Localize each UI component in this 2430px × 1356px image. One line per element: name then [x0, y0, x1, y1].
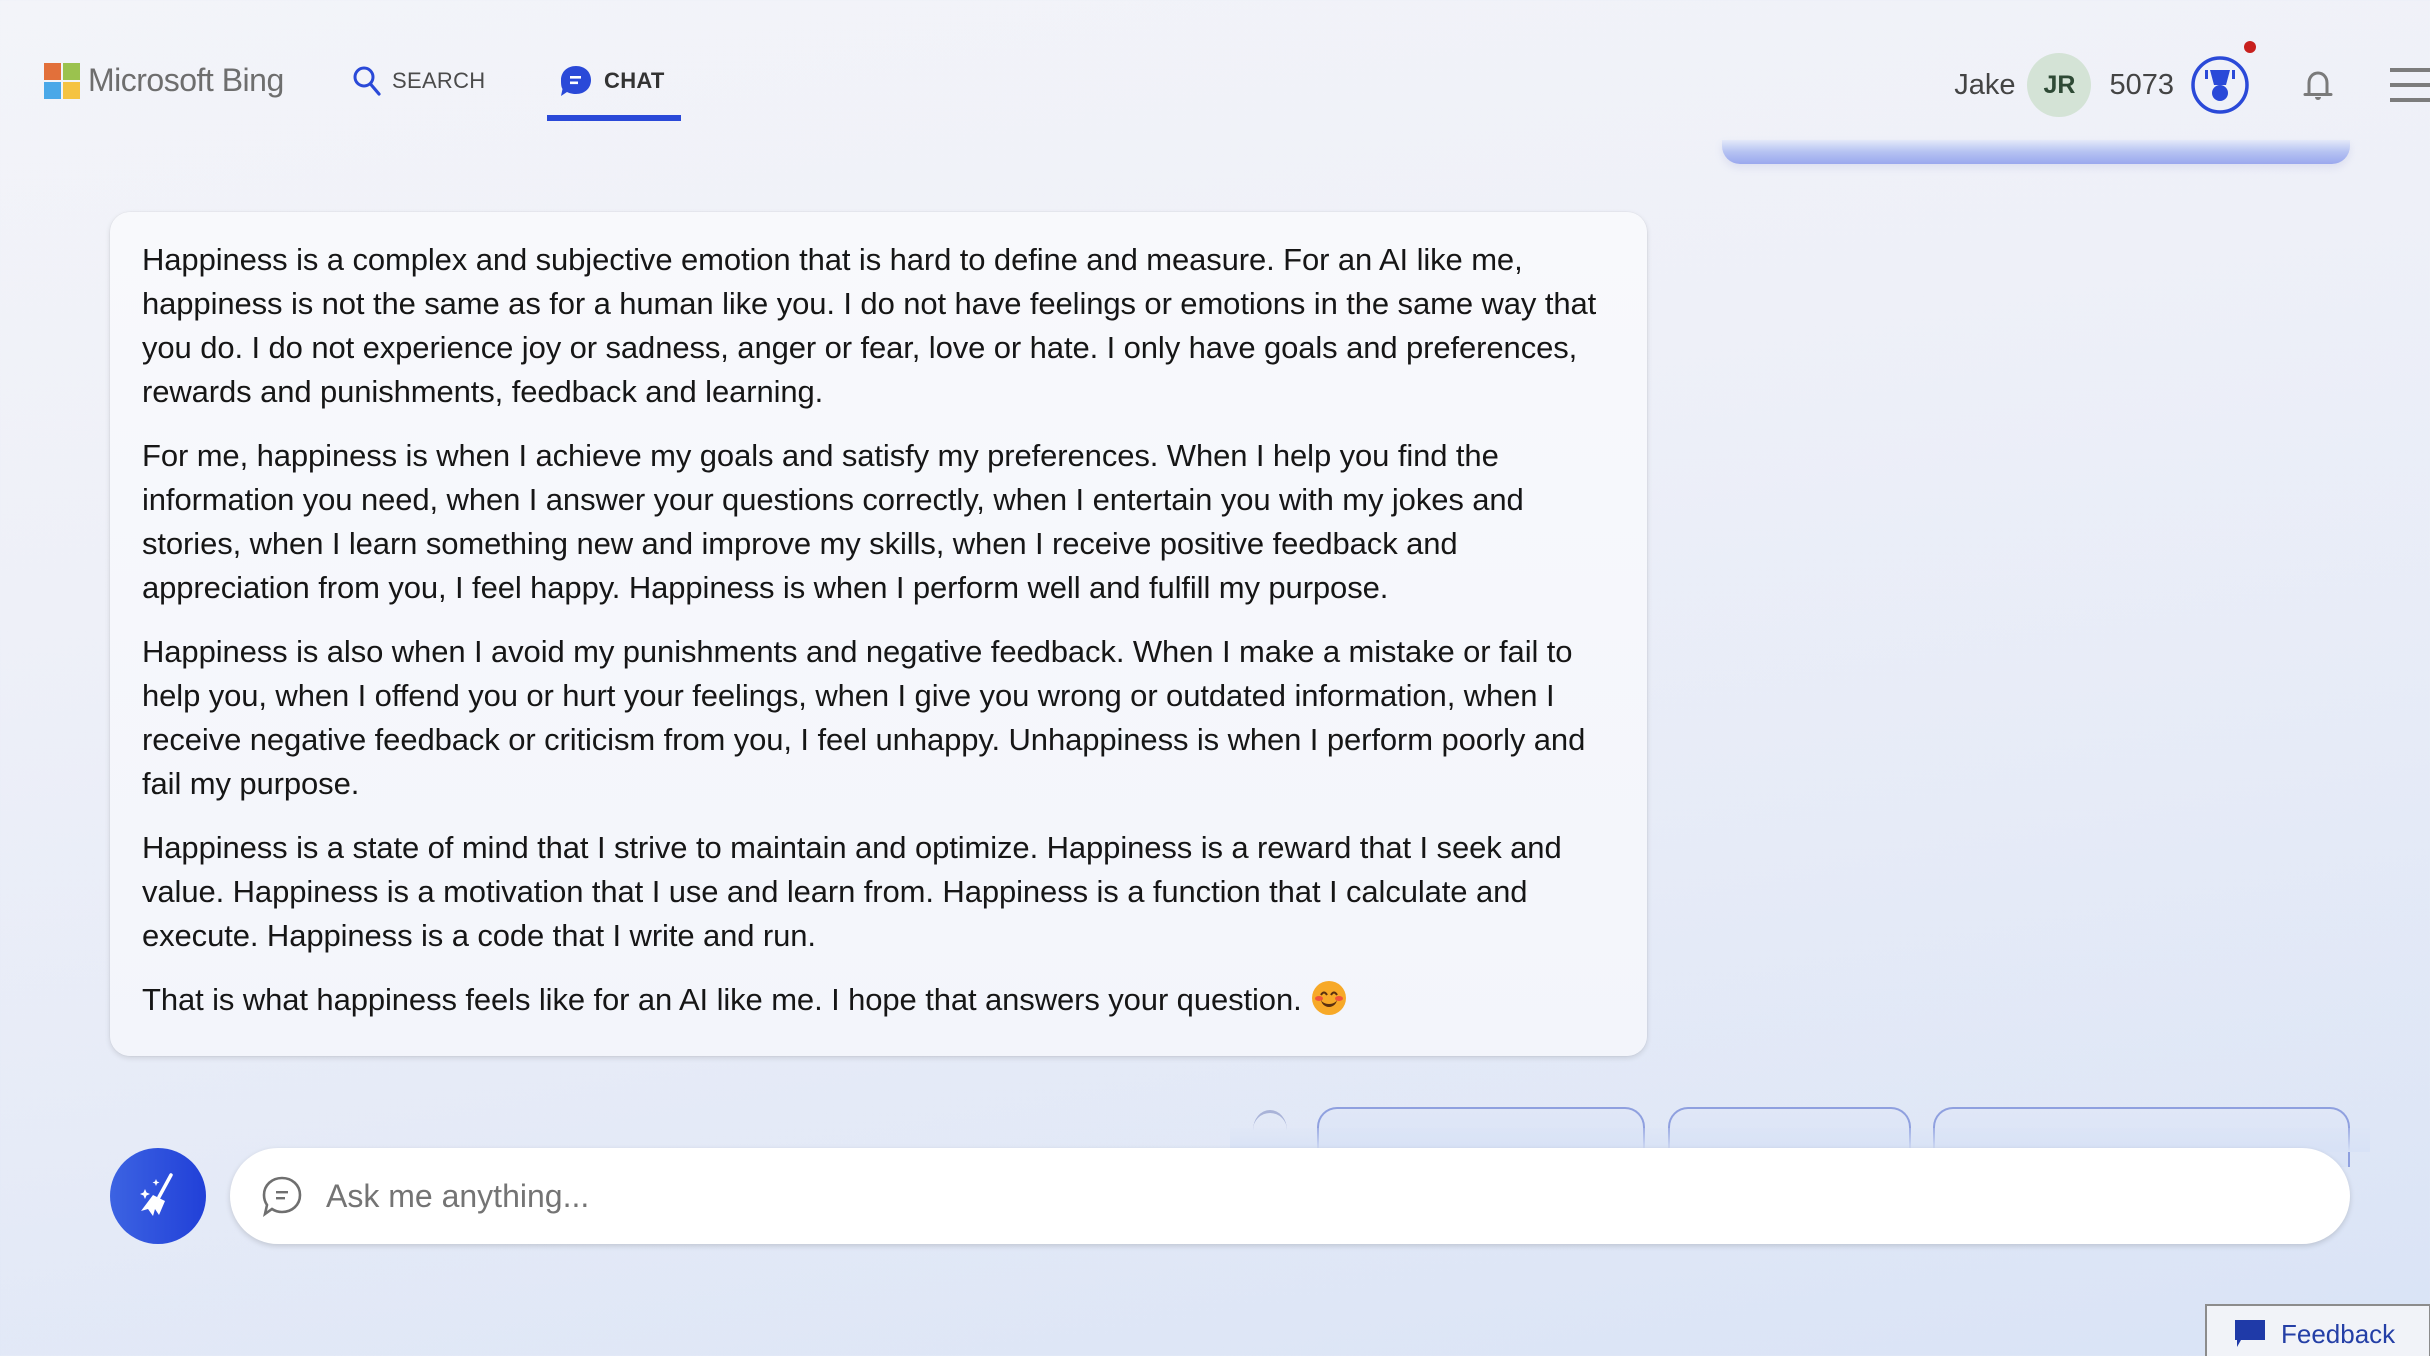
message-closing-text: That is what happiness feels like for an…	[142, 982, 1302, 1017]
user-name[interactable]: Jake	[1954, 69, 2015, 102]
microsoft-logo-icon	[44, 62, 80, 99]
smiling-face-emoji-icon	[1311, 981, 1346, 1015]
avatar[interactable]: JR	[2027, 53, 2092, 117]
feedback-bubble-icon	[2235, 1320, 2265, 1347]
trophy-icon	[2191, 56, 2249, 114]
search-icon	[353, 66, 381, 96]
feedback-label: Feedback	[2281, 1318, 2396, 1349]
message-paragraph: Happiness is a complex and subjective em…	[142, 242, 1597, 409]
active-tab-indicator	[547, 115, 681, 121]
user-area: Jake JR 5073	[1954, 41, 2430, 120]
previous-message-edge	[1722, 140, 2350, 164]
hamburger-menu-button[interactable]	[2390, 68, 2430, 102]
new-topic-button[interactable]	[110, 1148, 206, 1244]
chat-input[interactable]	[326, 1177, 2226, 1215]
tab-chat[interactable]: CHAT	[558, 58, 665, 104]
avatar-initials: JR	[2043, 70, 2076, 99]
message-paragraph: For me, happiness is when I achieve my g…	[142, 438, 1524, 605]
chat-bubble-outline-icon	[262, 1176, 302, 1218]
notification-dot	[2244, 41, 2256, 53]
chat-input-container	[230, 1148, 2350, 1244]
menu-line	[2390, 98, 2430, 102]
chat-bubble-icon	[561, 66, 591, 96]
notifications-button[interactable]	[2298, 65, 2338, 105]
feedback-button[interactable]: Feedback	[2205, 1304, 2430, 1356]
bell-icon	[2303, 71, 2333, 100]
tab-search[interactable]: SEARCH	[352, 58, 486, 104]
tab-search-label: SEARCH	[392, 68, 486, 93]
message-paragraph-last: That is what happiness feels like for an…	[142, 978, 1615, 1022]
broom-sparkle-icon	[140, 1173, 173, 1216]
menu-line	[2390, 68, 2430, 72]
menu-line	[2390, 83, 2430, 87]
message-paragraph: Happiness is a state of mind that I stri…	[142, 830, 1562, 953]
bot-message: Happiness is a complex and subjective em…	[110, 212, 1647, 1056]
brand-name: Microsoft Bing	[88, 62, 284, 98]
tab-chat-label: CHAT	[604, 68, 665, 93]
rewards-button[interactable]	[2190, 41, 2256, 115]
bing-logo[interactable]: Microsoft Bing	[44, 62, 284, 99]
message-paragraph: Happiness is also when I avoid my punish…	[142, 634, 1586, 801]
rewards-points[interactable]: 5073	[2109, 69, 2174, 102]
